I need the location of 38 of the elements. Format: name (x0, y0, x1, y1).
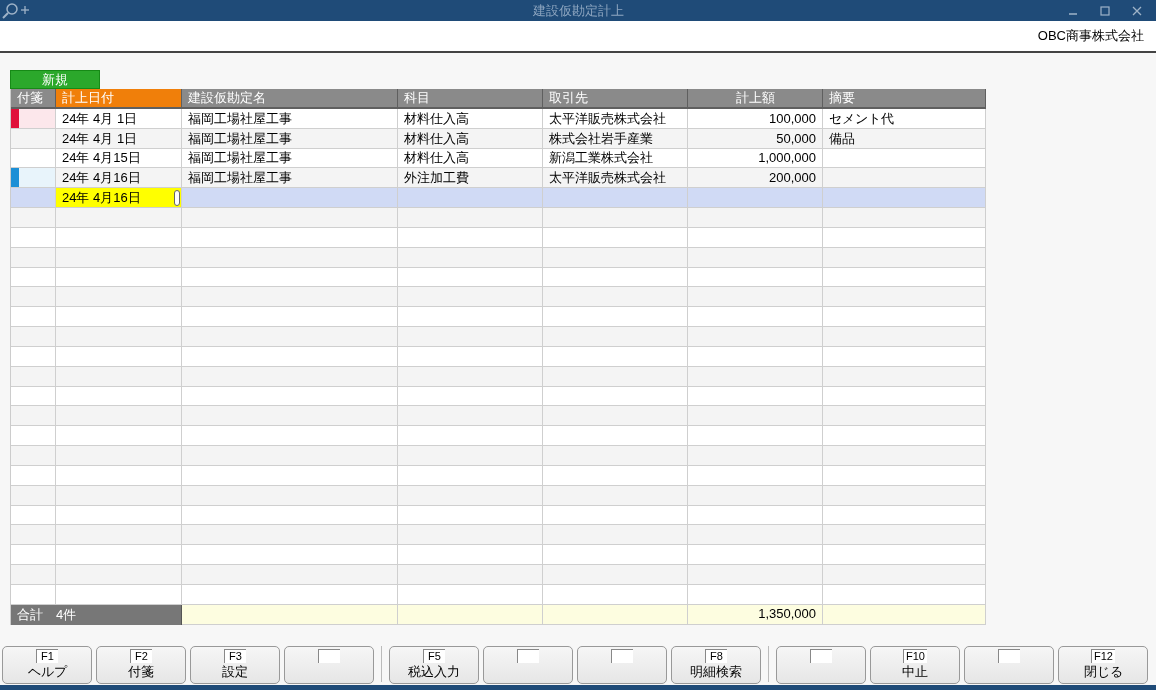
total-label: 合計 4件 (11, 604, 182, 625)
table-row[interactable]: 24年 4月16日 (11, 188, 985, 209)
date-input-field[interactable]: 24年 4月16日 (56, 188, 182, 209)
total-amount: 1,350,000 (688, 604, 823, 625)
table-cell: 材料仕入高 (398, 109, 543, 129)
table-cell: 福岡工場社屋工事 (182, 109, 398, 129)
function-key-button[interactable]: F10 中止 (870, 646, 960, 684)
function-key-button[interactable] (776, 646, 866, 684)
table-cell: 24年 4月 1日 (56, 109, 182, 129)
function-key-button[interactable] (964, 646, 1054, 684)
function-key-button[interactable] (483, 646, 573, 684)
function-key-button[interactable]: F3 設定 (190, 646, 280, 684)
zoom-in-icon[interactable] (1, 1, 31, 20)
table-row[interactable]: 24年 4月 1日 福岡工場社屋工事 材料仕入高 太平洋販売株式会社 100,000 セメント代 (11, 109, 985, 129)
table-cell: 100,000 (688, 109, 823, 129)
table-row[interactable]: 24年 4月15日 福岡工場社屋工事 材料仕入高 新潟工業株式会社 1,000,000 (11, 148, 985, 169)
function-key-button[interactable]: F1 ヘルプ (2, 646, 92, 684)
table-cell: 24年 4月 1日 (56, 128, 182, 149)
text-cursor-icon (174, 189, 180, 206)
company-name: OBC商事株式会社 (1037, 27, 1144, 46)
function-key-button[interactable]: F12 閉じる (1058, 646, 1148, 684)
table-cell: 福岡工場社屋工事 (182, 128, 398, 149)
close-icon[interactable] (1132, 5, 1142, 16)
table-row[interactable]: 24年 4月16日 福岡工場社屋工事 外注加工費 太平洋販売株式会社 200,000 (11, 168, 985, 189)
table-cell: 株式会社岩手産業 (543, 128, 688, 149)
function-key-button[interactable]: F5 税込入力 (389, 646, 479, 684)
table-cell: 材料仕入高 (398, 128, 543, 149)
table-cell: 50,000 (688, 128, 823, 149)
table-cell: セメント代 (823, 109, 986, 129)
function-key-button[interactable]: F2 付箋 (96, 646, 186, 684)
function-key-button[interactable] (284, 646, 374, 684)
window-title: 建設仮勘定計上 (532, 1, 624, 20)
function-key-button[interactable]: F8 明細検索 (671, 646, 761, 684)
table-cell: 太平洋販売株式会社 (543, 109, 688, 129)
maximize-icon[interactable] (1100, 5, 1110, 16)
table-row[interactable]: 24年 4月 1日 福岡工場社屋工事 材料仕入高 株式会社岩手産業 50,000 備品 (11, 128, 985, 149)
function-key-button[interactable] (577, 646, 667, 684)
table-cell: 備品 (823, 128, 986, 149)
